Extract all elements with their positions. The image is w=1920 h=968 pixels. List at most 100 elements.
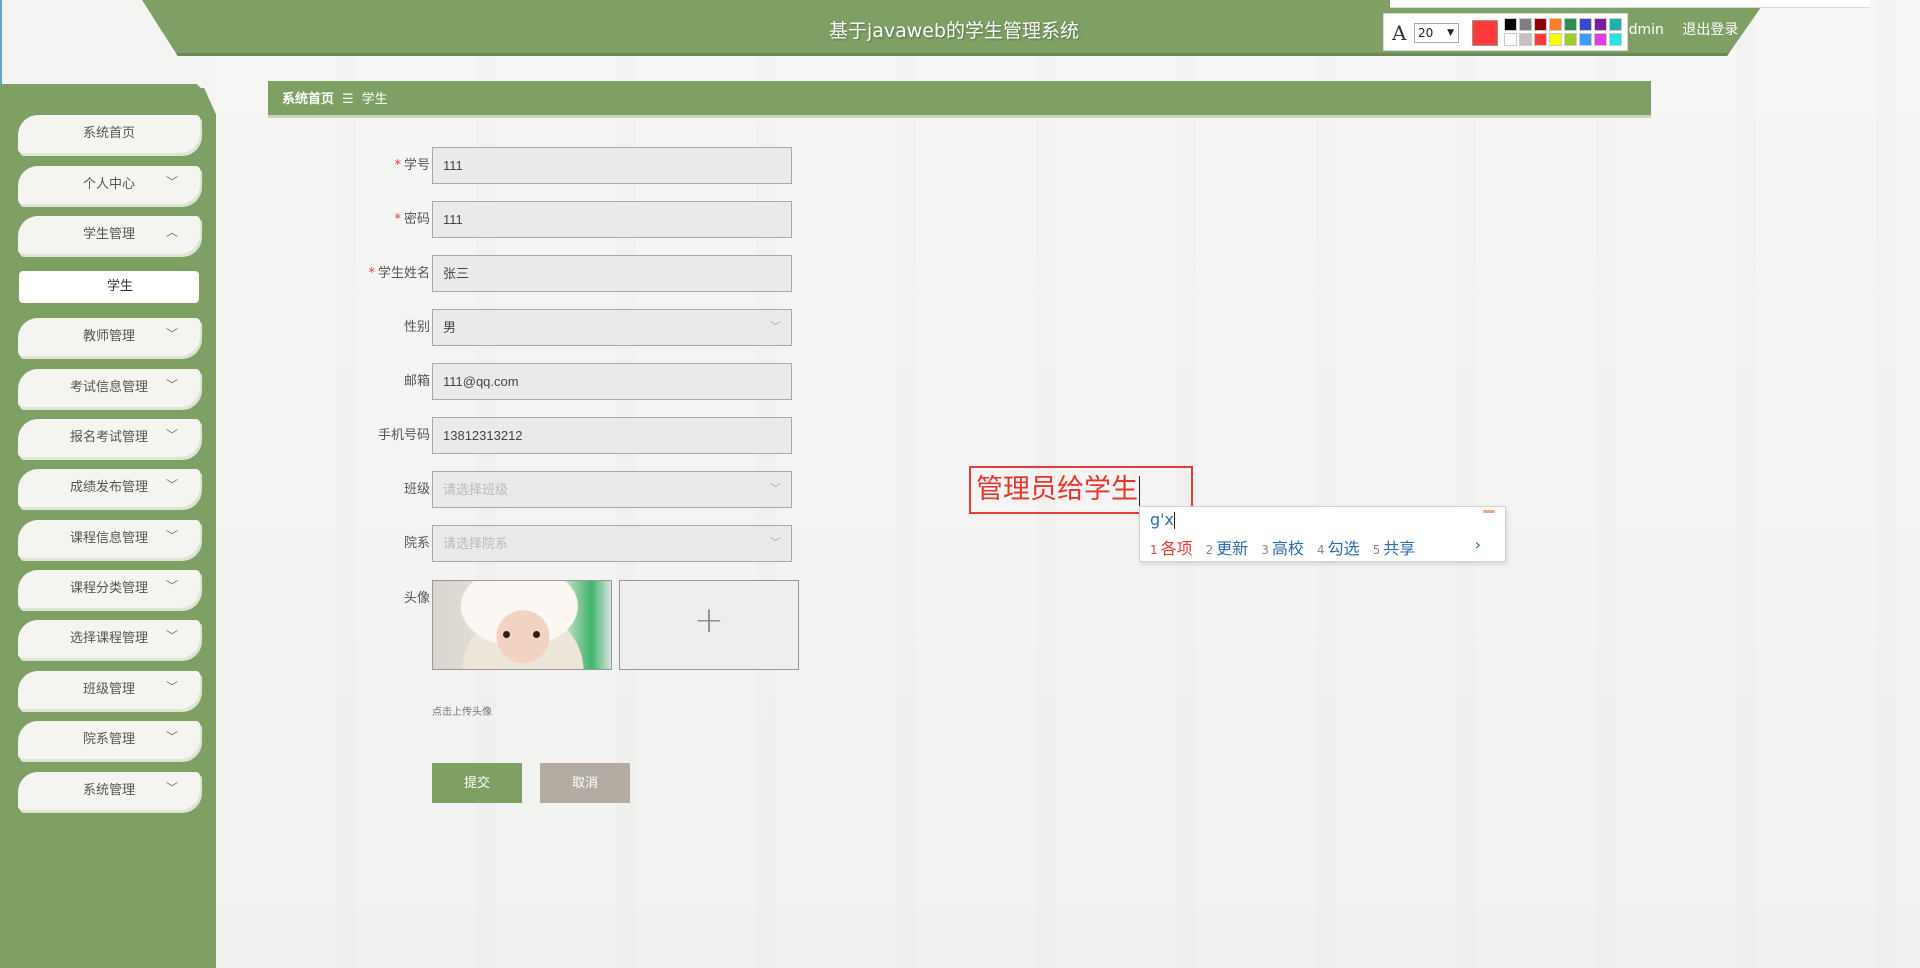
sidebar-item[interactable]: 教师管理 ﹀ [18,318,200,356]
color-swatch[interactable] [1564,18,1577,31]
avatar-image [433,581,611,669]
student-no-label: * 学号 [394,158,430,173]
department-label: 院系 [403,536,430,551]
color-swatch[interactable] [1504,33,1517,46]
color-swatch[interactable] [1534,33,1547,46]
color-swatch[interactable] [1519,18,1532,31]
sidebar-item-label: 学生 [106,279,133,294]
ime-logo-icon [1483,510,1495,513]
sidebar-item-label: 学生管理 [82,227,135,242]
department-select[interactable]: 请选择院系 ﹀ [432,525,792,562]
color-swatch[interactable] [1549,33,1562,46]
chevron-down-icon: ﹀ [770,483,781,495]
color-swatch[interactable] [1579,33,1592,46]
sidebar-item[interactable]: 学生管理 ︿ [18,216,200,254]
sidebar-item-label: 成绩发布管理 [69,480,148,495]
sidebar-item[interactable]: 课程信息管理 ﹀ [18,520,200,558]
sidebar-item[interactable]: 班级管理 ﹀ [18,671,200,709]
phone-input[interactable]: 13812313212 [432,417,792,454]
chevron-down-icon: ﹀ [165,378,178,392]
font-size-select[interactable]: 20 ▼ [1414,23,1459,43]
sidebar-item[interactable]: 个人中心 ﹀ [18,166,200,204]
student-no-input[interactable]: 111 [432,147,792,184]
ime-candidate-number: 2 [1205,543,1214,557]
sidebar-item[interactable]: 课程分类管理 ﹀ [18,570,200,608]
sidebar-item-label: 教师管理 [82,329,135,344]
color-swatch[interactable] [1564,33,1577,46]
department-placeholder: 请选择院系 [443,536,509,551]
color-swatch[interactable] [1579,18,1592,31]
plus-icon: + [693,600,725,641]
chevron-down-icon: ﹀ [165,579,178,593]
ime-candidate[interactable]: 3 高校 [1261,539,1304,558]
ime-candidate[interactable]: 4 勾选 [1317,539,1360,558]
sidebar-item[interactable]: 报名考试管理 ﹀ [18,419,200,457]
sidebar-item[interactable]: 成绩发布管理 ﹀ [18,469,200,507]
sidebar-item[interactable]: 系统管理 ﹀ [18,772,200,810]
sidebar-subitem-student[interactable]: 学生 [19,271,199,303]
cancel-button[interactable]: 取消 [540,763,630,803]
user-area: admin 退出登录 [1620,19,1752,39]
sidebar-item-label: 系统管理 [82,783,135,798]
submit-button[interactable]: 提交 [432,763,522,803]
ime-candidate[interactable]: 2 更新 [1206,539,1249,558]
sidebar-item-label: 课程信息管理 [69,531,148,546]
sidebar-item-label: 系统首页 [82,126,135,141]
color-swatch[interactable] [1609,33,1622,46]
ime-candidate-number: 3 [1261,543,1269,557]
ime-candidate-text: 高校 [1271,539,1304,558]
phone-label: 手机号码 [377,428,430,443]
sidebar-item-label: 考试信息管理 [69,380,148,395]
color-swatch[interactable] [1594,33,1607,46]
chevron-up-icon: ︿ [165,225,178,239]
color-swatch[interactable] [1504,18,1517,31]
avatar-upload-button[interactable]: + [619,580,799,670]
email-input[interactable]: 111@qq.com [432,363,792,400]
sidebar-item-label: 班级管理 [82,682,135,697]
color-swatch[interactable] [1519,33,1532,46]
ime-candidates: 1 各项 2 更新 3 高校 4 勾选 5 共享 [1150,535,1428,559]
logout-link[interactable]: 退出登录 [1682,22,1738,38]
ime-candidate[interactable]: 5 共享 [1373,539,1416,558]
breadcrumb: 系统首页 ☰ 学生 [268,81,1651,118]
ime-candidate-number: 1 [1150,543,1158,557]
ime-candidate-text: 勾选 [1327,539,1360,558]
avatar-label: 头像 [403,591,430,606]
chevron-down-icon: ﹀ [165,327,178,341]
email-label: 邮箱 [403,374,430,389]
chevron-down-icon: ﹀ [165,428,178,442]
sidebar-item[interactable]: 考试信息管理 ﹀ [18,369,200,407]
avatar-eye [533,631,540,638]
ime-candidate-text: 更新 [1216,539,1249,558]
color-swatch[interactable] [1534,18,1547,31]
avatar-upload-hint: 点击上传头像 [432,707,492,718]
screen-annotation-toolbar-strip[interactable] [1390,0,1870,8]
color-swatch[interactable] [1594,18,1607,31]
class-select[interactable]: 请选择班级 ﹀ [432,471,792,508]
font-icon[interactable]: A [1392,21,1406,45]
color-swatch[interactable] [1609,18,1622,31]
screen-annotation-toolbar: A 20 ▼ [1383,13,1628,51]
chevron-down-icon: ﹀ [165,529,178,543]
password-label: * 密码 [394,212,430,227]
class-placeholder: 请选择班级 [443,482,509,497]
breadcrumb-home[interactable]: 系统首页 [282,92,334,107]
gender-select[interactable]: 男 ﹀ [432,309,792,346]
ime-candidate-text: 共享 [1383,539,1416,558]
sidebar-item[interactable]: 系统首页 [18,115,200,153]
ime-candidate[interactable]: 1 各项 [1150,539,1193,558]
color-swatch[interactable] [1549,18,1562,31]
avatar-preview[interactable] [432,580,612,670]
sidebar-item-label: 院系管理 [82,732,135,747]
password-input[interactable]: 111 [432,201,792,238]
student-name-input[interactable]: 张三 [432,255,792,292]
class-label: 班级 [403,482,430,497]
sidebar-item[interactable]: 选择课程管理 ﹀ [18,620,200,658]
chevron-down-icon: ﹀ [165,680,178,694]
color-palette [1504,18,1622,46]
sidebar-item[interactable]: 院系管理 ﹀ [18,721,200,759]
breadcrumb-current: 学生 [361,92,388,107]
ime-next-page-icon[interactable]: › [1475,535,1481,554]
chevron-down-icon: ▼ [1447,28,1454,38]
current-color-swatch[interactable] [1472,20,1498,46]
